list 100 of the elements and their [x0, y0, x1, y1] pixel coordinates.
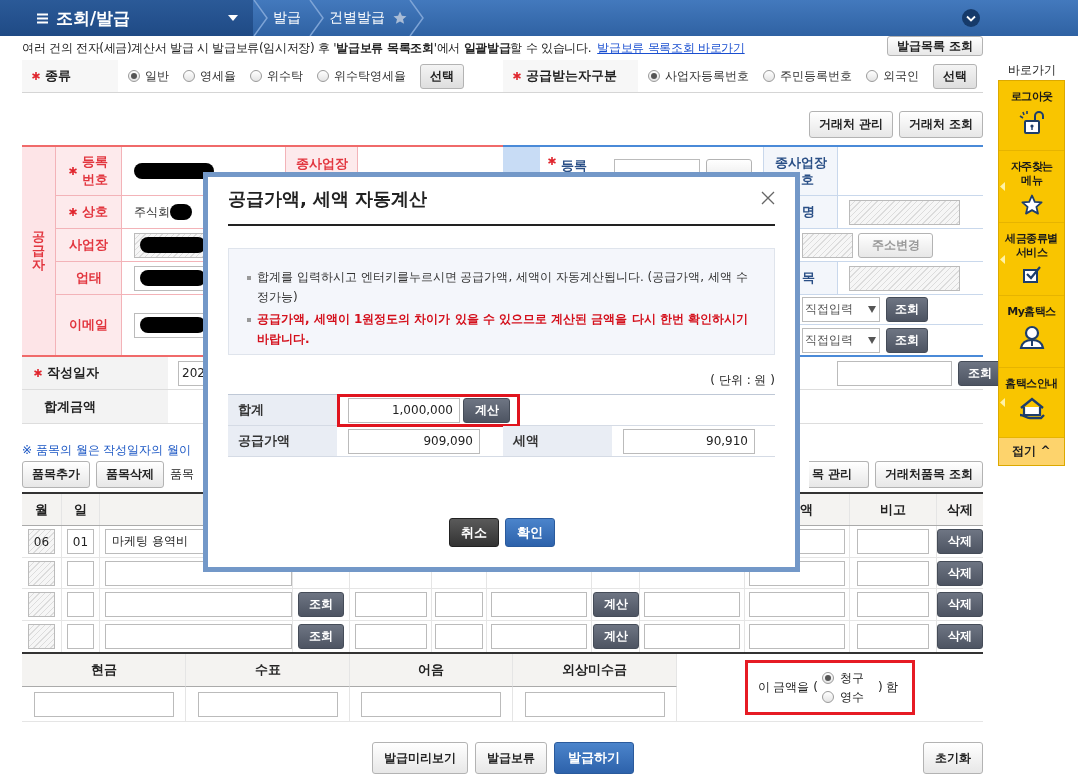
- supply-amount-field[interactable]: 909,090: [348, 428, 480, 454]
- lookup-button[interactable]: 조회: [886, 327, 928, 353]
- column-header: 어음: [418, 661, 444, 679]
- radio-label: 위수탁영세율: [334, 67, 406, 85]
- receipt-text: ) 함: [877, 679, 899, 696]
- radio-button[interactable]: [250, 70, 262, 82]
- delete-button[interactable]: 삭제: [937, 624, 983, 649]
- cancel-button[interactable]: 취소: [448, 518, 499, 547]
- partner-item-button[interactable]: 거래처품목 조회: [874, 460, 983, 488]
- input-field[interactable]: [491, 624, 587, 649]
- radio-label: 영세율: [200, 67, 236, 85]
- amount-field[interactable]: [33, 691, 174, 717]
- item-manage-button[interactable]: 목 관리: [808, 460, 869, 488]
- breadcrumb-link[interactable]: 건별발급: [325, 9, 393, 27]
- action-button[interactable]: 발급미리보기: [371, 742, 468, 774]
- checkbox-icon[interactable]: [1022, 265, 1041, 283]
- receipt-text: 이 금액을 (: [757, 679, 818, 696]
- input-field[interactable]: [857, 624, 929, 649]
- select-field[interactable]: 직접입력: [802, 327, 880, 353]
- tax-amount-field[interactable]: 90,910: [623, 428, 755, 454]
- item-field[interactable]: [105, 592, 292, 617]
- item-button[interactable]: 품목삭제: [96, 460, 164, 488]
- reset-button[interactable]: 초기화: [923, 742, 983, 774]
- confirm-button[interactable]: 확인: [504, 518, 555, 547]
- radio-button[interactable]: [648, 70, 660, 82]
- lookup-button[interactable]: 조회: [298, 592, 344, 617]
- input-field[interactable]: [857, 560, 929, 586]
- caret-down-icon[interactable]: [868, 306, 876, 313]
- shortcut-item[interactable]: 로그아웃: [999, 81, 1064, 151]
- radio-label: 주민등록번호: [780, 67, 852, 85]
- input-field[interactable]: [644, 592, 740, 617]
- partner-button[interactable]: 거래처 관리: [808, 111, 893, 138]
- day-field[interactable]: 01: [67, 529, 94, 554]
- bullet-icon: [247, 318, 251, 322]
- star-icon[interactable]: [393, 11, 407, 25]
- calculate-button[interactable]: 계산: [592, 624, 639, 649]
- input-field[interactable]: [354, 592, 427, 617]
- star-icon[interactable]: [1020, 193, 1043, 216]
- radio-button[interactable]: [128, 70, 140, 82]
- caret-down-icon[interactable]: [228, 15, 238, 21]
- close-icon[interactable]: [761, 191, 775, 205]
- lookup-button[interactable]: 조회: [298, 624, 344, 649]
- input-field[interactable]: [644, 624, 740, 649]
- input-field[interactable]: [837, 360, 952, 386]
- input-field[interactable]: [435, 624, 483, 649]
- collapse-button[interactable]: 접기 ^: [999, 438, 1064, 465]
- amount-field[interactable]: [361, 691, 501, 717]
- amount-field[interactable]: [524, 691, 665, 717]
- unit-text: ( 단위 : 원 ): [709, 372, 775, 389]
- radio-button[interactable]: [317, 70, 329, 82]
- calculate-button[interactable]: 계산: [463, 397, 510, 423]
- amount-field[interactable]: [197, 691, 338, 717]
- delete-button[interactable]: 삭제: [937, 592, 983, 617]
- caret-down-icon[interactable]: [868, 336, 876, 344]
- shortcut-link[interactable]: 발급보류 목록조회 바로가기: [597, 40, 745, 57]
- day-field[interactable]: [67, 592, 94, 617]
- radio-label: 사업자등록번호: [665, 67, 749, 85]
- calculate-button[interactable]: 계산: [592, 592, 639, 617]
- shortcut-item[interactable]: My홈택스: [999, 296, 1064, 368]
- input-field[interactable]: [857, 592, 929, 617]
- day-field[interactable]: [67, 624, 94, 649]
- item-field[interactable]: [105, 624, 292, 649]
- select-field[interactable]: 직접입력: [802, 297, 880, 322]
- radio-button[interactable]: [821, 672, 834, 684]
- day-field[interactable]: [67, 560, 94, 586]
- input-field[interactable]: [435, 592, 483, 617]
- field-label: 상호: [82, 202, 108, 221]
- radio-button[interactable]: [183, 70, 195, 82]
- lookup-button[interactable]: 조회: [886, 297, 928, 322]
- menu-icon[interactable]: [37, 12, 48, 24]
- input-field[interactable]: [857, 529, 929, 554]
- issued-list-button[interactable]: 발급목록 조회: [886, 36, 983, 56]
- delete-button[interactable]: 삭제: [937, 529, 983, 554]
- shortcut-item[interactable]: 세금종류별 서비스: [999, 223, 1064, 296]
- partner-button[interactable]: 거래처 조회: [898, 111, 983, 138]
- input-field[interactable]: [491, 592, 587, 617]
- input-field[interactable]: [749, 624, 845, 649]
- input-field[interactable]: [749, 592, 845, 617]
- field-label: 종류: [45, 67, 71, 85]
- select-button[interactable]: 선택: [933, 63, 977, 89]
- action-button[interactable]: 발급보류: [474, 742, 547, 774]
- radio-button[interactable]: [821, 691, 834, 703]
- total-field[interactable]: 1,000,000: [348, 397, 460, 423]
- radio-button[interactable]: [866, 70, 878, 82]
- field-label: 업태: [75, 268, 102, 287]
- input-field[interactable]: [354, 624, 427, 649]
- notice-text: 여러 건의 전자(세금)계산서 발급 시 발급보류(임시저장) 후 '발급보류 목록조회'에서 일괄발급할 수 있습니다.: [22, 40, 592, 57]
- person-icon[interactable]: [1018, 324, 1045, 349]
- section-label: 공급자: [32, 229, 45, 273]
- select-button[interactable]: 선택: [420, 63, 464, 89]
- column-header: 수표: [254, 661, 281, 679]
- delete-button[interactable]: 삭제: [937, 560, 983, 586]
- column-header: 현금: [90, 661, 117, 679]
- radio-button[interactable]: [763, 70, 775, 82]
- shortcut-item[interactable]: 자주찾는 메뉴: [999, 151, 1064, 223]
- breadcrumb-link[interactable]: 발급: [269, 9, 309, 27]
- caption-text: 품목: [170, 465, 194, 483]
- chevron-down-icon[interactable]: [962, 9, 980, 27]
- item-button[interactable]: 품목추가: [22, 460, 90, 488]
- issue-button[interactable]: 발급하기: [553, 742, 634, 774]
